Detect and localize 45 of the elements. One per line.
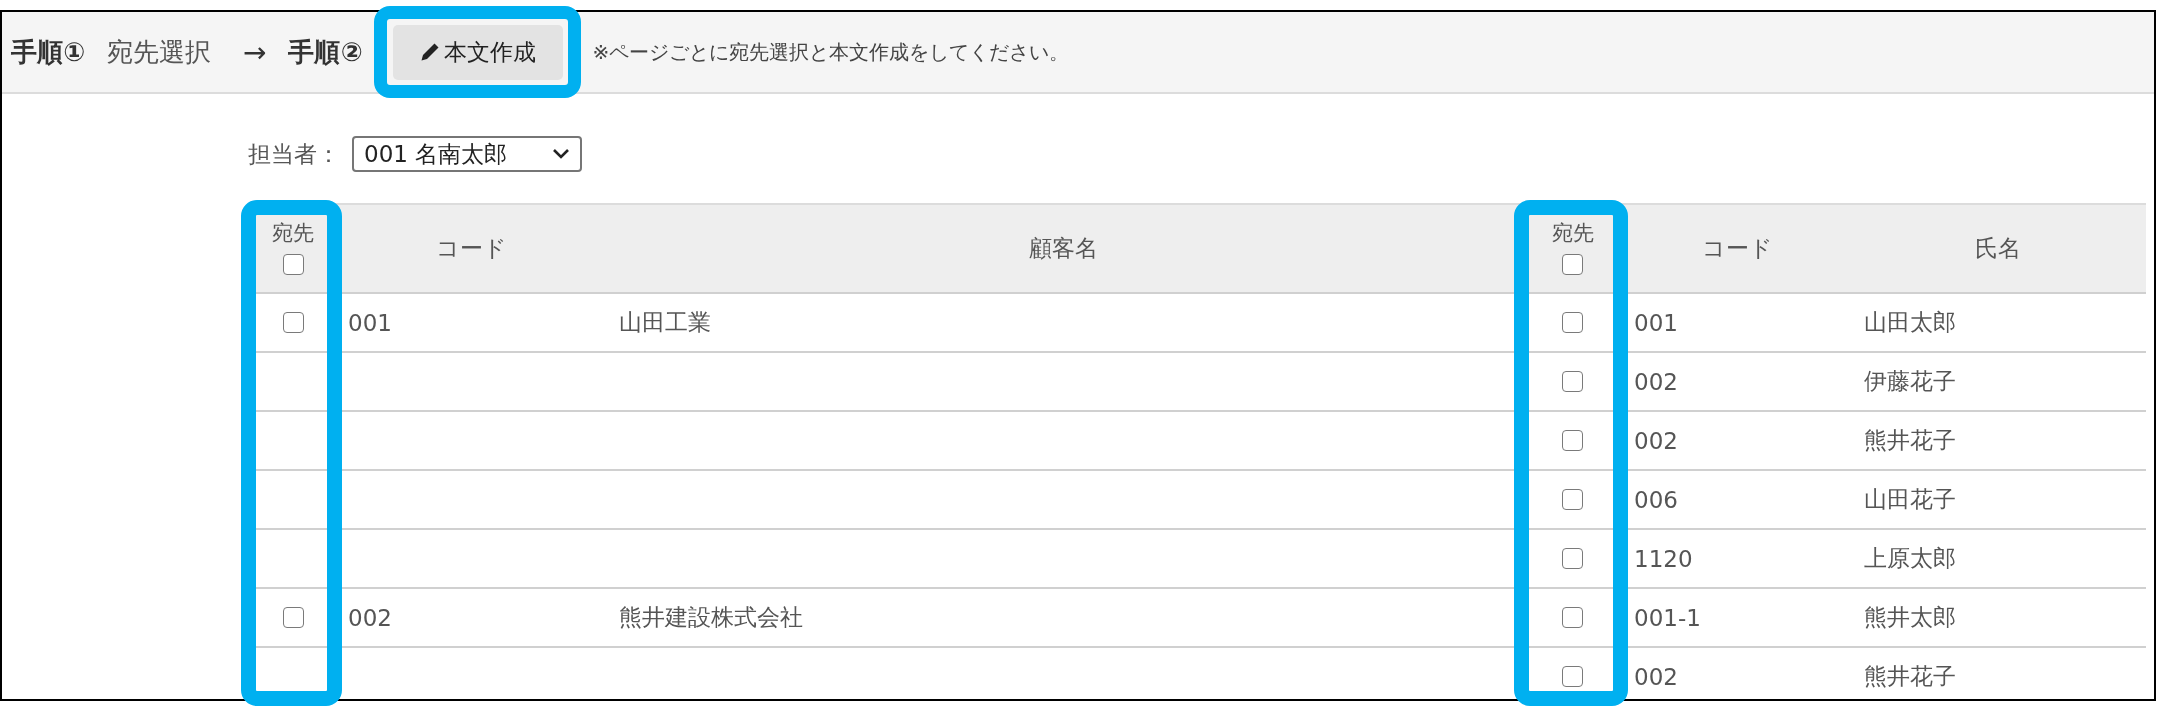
column-header: 宛先: [1551, 222, 1594, 246]
table-cell-text: 002: [347, 603, 393, 633]
column-header: コード: [1700, 234, 1774, 263]
row-checkbox[interactable]: [1562, 312, 1583, 333]
table-cell-text: 熊井花子: [1863, 662, 1957, 691]
table-cell-text: 山田工業: [618, 308, 712, 337]
table-cell-text: 山田花子: [1863, 485, 1957, 514]
row-checkbox[interactable]: [282, 312, 304, 333]
select-all-checkbox[interactable]: [1562, 253, 1583, 275]
table-cell-text: 1120: [1633, 544, 1694, 574]
select-all-checkbox[interactable]: [282, 253, 304, 275]
table-cell-text: 002: [1633, 426, 1679, 456]
table-cell-text: 上原太郎: [1863, 544, 1957, 573]
row-checkbox[interactable]: [1562, 430, 1583, 451]
table-cell-text: 熊井建設株式会社: [618, 603, 804, 632]
table-cell-text: 001: [347, 308, 393, 338]
table-cell-text: 伊藤花子: [1863, 367, 1957, 396]
step-label: 手順①: [11, 35, 85, 69]
column-header: 顧客名: [1027, 234, 1099, 263]
assignee-label: 担当者：: [248, 139, 340, 169]
row-checkbox[interactable]: [282, 607, 304, 628]
table-cell-text: 002: [1633, 662, 1679, 692]
row-checkbox[interactable]: [1562, 371, 1583, 392]
assignee-select[interactable]: 001 名南太郎: [352, 136, 582, 172]
compose-button[interactable]: 本文作成: [392, 24, 563, 80]
row-checkbox[interactable]: [1562, 548, 1583, 569]
table-cell-text: 002: [1633, 367, 1679, 397]
step-title: 宛先選択: [107, 35, 211, 69]
table-cell-text: 001-1: [1633, 603, 1702, 633]
table-cell-text: 001: [1633, 308, 1679, 338]
table-cell-text: 山田太郎: [1863, 308, 1957, 337]
row-checkbox[interactable]: [1562, 607, 1583, 628]
row-checkbox[interactable]: [1562, 666, 1583, 687]
step-label: 手順②: [288, 35, 363, 69]
chevron-down-icon: [552, 148, 570, 160]
table-cell-text: 熊井太郎: [1863, 603, 1957, 632]
row-checkbox[interactable]: [1562, 489, 1583, 510]
arrow-symbol: →: [243, 35, 267, 69]
column-header: 宛先: [272, 222, 314, 246]
table-cell-text: 006: [1633, 485, 1679, 515]
column-header: 氏名: [1974, 234, 2022, 263]
pencil-icon: [419, 42, 440, 62]
instruction-note: ※ページごとに宛先選択と本文作成をしてください。: [592, 38, 1070, 66]
table-cell-text: 熊井花子: [1863, 426, 1957, 455]
column-header: コード: [435, 234, 508, 263]
